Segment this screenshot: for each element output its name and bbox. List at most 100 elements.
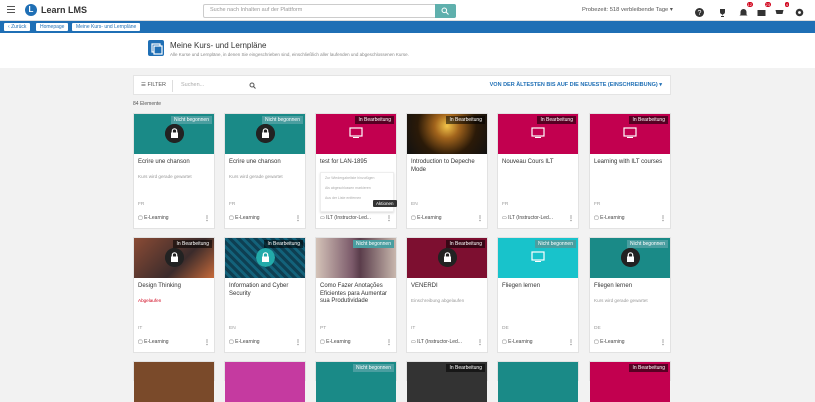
course-type-label: E-Learning (600, 215, 625, 221)
course-title[interactable]: test for LAN-1895 (320, 159, 394, 167)
search-icon[interactable] (249, 82, 256, 89)
course-type-icon: ▢ (411, 215, 416, 221)
course-type: ▭ ILT (Instructor-Led... (320, 215, 394, 221)
course-language: EN (411, 202, 418, 207)
course-title[interactable]: Learning with ILT courses (594, 159, 668, 167)
course-card[interactable]: In Bearbeitung Information and Cyber Secu… (224, 237, 306, 353)
course-card[interactable]: In Bearbeitung VENERDI Einschreibung abgel… (406, 237, 488, 353)
course-card[interactable]: In Bearbeitung Design Thinking Abgelaufen I… (133, 237, 215, 353)
course-type: ▢ E-Learning (320, 339, 394, 345)
cart-icon[interactable]: 4 (774, 2, 789, 16)
status-badge: Nicht begonnen (261, 116, 303, 124)
course-type: ▢ E-Learning (594, 339, 668, 345)
top-bar: L Learn LMS Suche nach Inhalten auf der … (0, 0, 815, 21)
card-actions-button[interactable]: ⋮ (660, 215, 666, 222)
course-card[interactable] (133, 361, 215, 402)
course-language: FR (594, 202, 601, 207)
course-status-text: Kurs wird gerade gewartet (229, 174, 283, 179)
breadcrumb-current: Meine Kurs- und Lernpläne (72, 23, 141, 31)
settings-gear-icon[interactable] (794, 5, 805, 17)
course-card[interactable]: In Bearbeitung Introduction to Depeche Mo… (406, 113, 488, 229)
sort-dropdown[interactable]: VON DER ÄLTESTEN BIS AUF DIE NEUESTE (EI… (490, 82, 662, 88)
back-label: Zurück (11, 24, 27, 30)
course-language: DE (502, 326, 509, 331)
classroom-icon (531, 251, 545, 262)
course-type-label: ILT (Instructor-Led... (508, 215, 553, 221)
card-actions-button[interactable]: ⋮ (568, 215, 574, 222)
sort-label: VON DER ÄLTESTEN BIS AUF DIE NEUESTE (EI… (489, 82, 658, 88)
svg-text:?: ? (698, 10, 702, 17)
card-actions-button[interactable]: ⋮ (568, 339, 574, 346)
card-actions-button[interactable]: ⋮ (204, 215, 210, 222)
course-title[interactable]: Fliegen lernen (502, 283, 576, 291)
course-card[interactable]: In Bearbeitung Learning with ILT courses F… (589, 113, 671, 229)
course-card[interactable]: Nicht begonnen Fliegen lernen Kurs wird ge… (589, 237, 671, 353)
filter-button[interactable]: ☰ FILTER (141, 82, 166, 88)
course-type-icon: ▭ (320, 215, 325, 221)
course-title[interactable]: Nouveau Cours ILT (502, 159, 576, 167)
card-actions-button[interactable]: ⋮ (477, 339, 483, 346)
back-button[interactable]: ‹ Zurück (4, 23, 31, 31)
filter-search-input[interactable]: Suchen... (181, 82, 204, 88)
status-badge: In Bearbeitung (446, 116, 485, 124)
card-actions-button[interactable]: ⋮ (477, 215, 483, 222)
course-type-label: E-Learning (417, 215, 442, 221)
course-title[interactable]: Information and Cyber Security (229, 283, 303, 298)
course-card[interactable]: In Bearbeitungtest for LAN-1895IT▭ ILT (… (315, 113, 397, 229)
course-type-label: E-Learning (144, 339, 169, 345)
course-title[interactable]: Ecrire une chanson (138, 159, 212, 167)
search-button[interactable] (435, 4, 456, 18)
course-status-text: Einschreibung abgelaufen (411, 298, 465, 303)
course-card[interactable]: In Bearbeitung Nouveau Cours ILT FR ▭ ILT (… (497, 113, 579, 229)
course-card[interactable] (497, 361, 579, 402)
course-card[interactable]: Nicht begonnen Ecrire une chanson Kurs wir… (224, 113, 306, 229)
course-card[interactable]: Nicht begonnen Como Fazer Anotações Efici… (315, 237, 397, 353)
classroom-icon (531, 127, 545, 138)
card-actions-button[interactable]: ⋮ (204, 339, 210, 346)
course-type-label: E-Learning (144, 215, 169, 221)
menu-icon[interactable] (7, 6, 15, 14)
course-card[interactable]: Nicht begonnen (315, 361, 397, 402)
course-title[interactable]: Ecrire une chanson (229, 159, 303, 167)
card-actions-button[interactable]: ⋮ (295, 339, 301, 346)
course-type-label: E-Learning (326, 339, 351, 345)
course-type: ▭ ILT (Instructor-Led... (411, 339, 485, 345)
help-icon[interactable]: ? (694, 5, 705, 17)
course-title[interactable]: Introduction to Depeche Mode (411, 159, 485, 174)
course-card[interactable]: Nicht begonnen Ecrire une chanson Kurs wir… (133, 113, 215, 229)
course-type-icon: ▢ (138, 339, 143, 345)
course-title[interactable]: Fliegen lernen (594, 283, 668, 291)
course-title[interactable]: VENERDI (411, 283, 485, 291)
courses-icon (148, 40, 164, 56)
course-title[interactable]: Como Fazer Anotações Eficientes para Aum… (320, 283, 394, 306)
card-actions-button[interactable]: ⋮ (386, 215, 392, 222)
course-type: ▢ E-Learning (138, 339, 212, 345)
popup-menu-item[interactable]: Als abgeschlossen markieren (321, 183, 393, 193)
course-type: ▢ E-Learning (138, 215, 212, 221)
card-actions-button[interactable]: ⋮ (386, 339, 392, 346)
course-type-icon: ▢ (229, 215, 234, 221)
course-type-icon: ▢ (320, 339, 325, 345)
course-card[interactable]: Nicht begonnen Fliegen lernen DE ▢ E-Learni… (497, 237, 579, 353)
course-title[interactable]: Design Thinking (138, 283, 212, 291)
card-actions-button[interactable]: ⋮ (660, 339, 666, 346)
card-actions-button[interactable]: ⋮ (295, 215, 301, 222)
actions-tooltip: Aktionen (373, 200, 397, 207)
global-search-input[interactable]: Suche nach Inhalten auf der Plattform (203, 4, 456, 18)
course-card[interactable] (224, 361, 306, 402)
messages-icon[interactable]: 23 (756, 2, 771, 16)
status-badge: In Bearbeitung (446, 364, 485, 372)
course-card[interactable]: In Bearbeitung (589, 361, 671, 402)
notifications-icon[interactable]: 12 (738, 2, 753, 16)
trial-dropdown[interactable]: Probezeit: 518 verbleibende Tage ▾ (582, 7, 673, 13)
breadcrumb-homepage[interactable]: Homepage (36, 23, 69, 31)
course-card[interactable]: In Bearbeitung (406, 361, 488, 402)
course-type-icon: ▢ (229, 339, 234, 345)
trophy-icon[interactable] (717, 5, 728, 17)
popup-menu-item[interactable]: Zur Wiedergabeliste hinzufügen (321, 173, 393, 183)
course-type: ▢ E-Learning (229, 215, 303, 221)
filter-bar: ☰ FILTER Suchen... VON DER ÄLTESTEN BIS … (133, 75, 671, 95)
course-language: PT (320, 326, 327, 331)
trial-label: Probezeit: 518 verbleibende Tage (582, 7, 669, 13)
logo-icon[interactable]: L (25, 4, 37, 16)
